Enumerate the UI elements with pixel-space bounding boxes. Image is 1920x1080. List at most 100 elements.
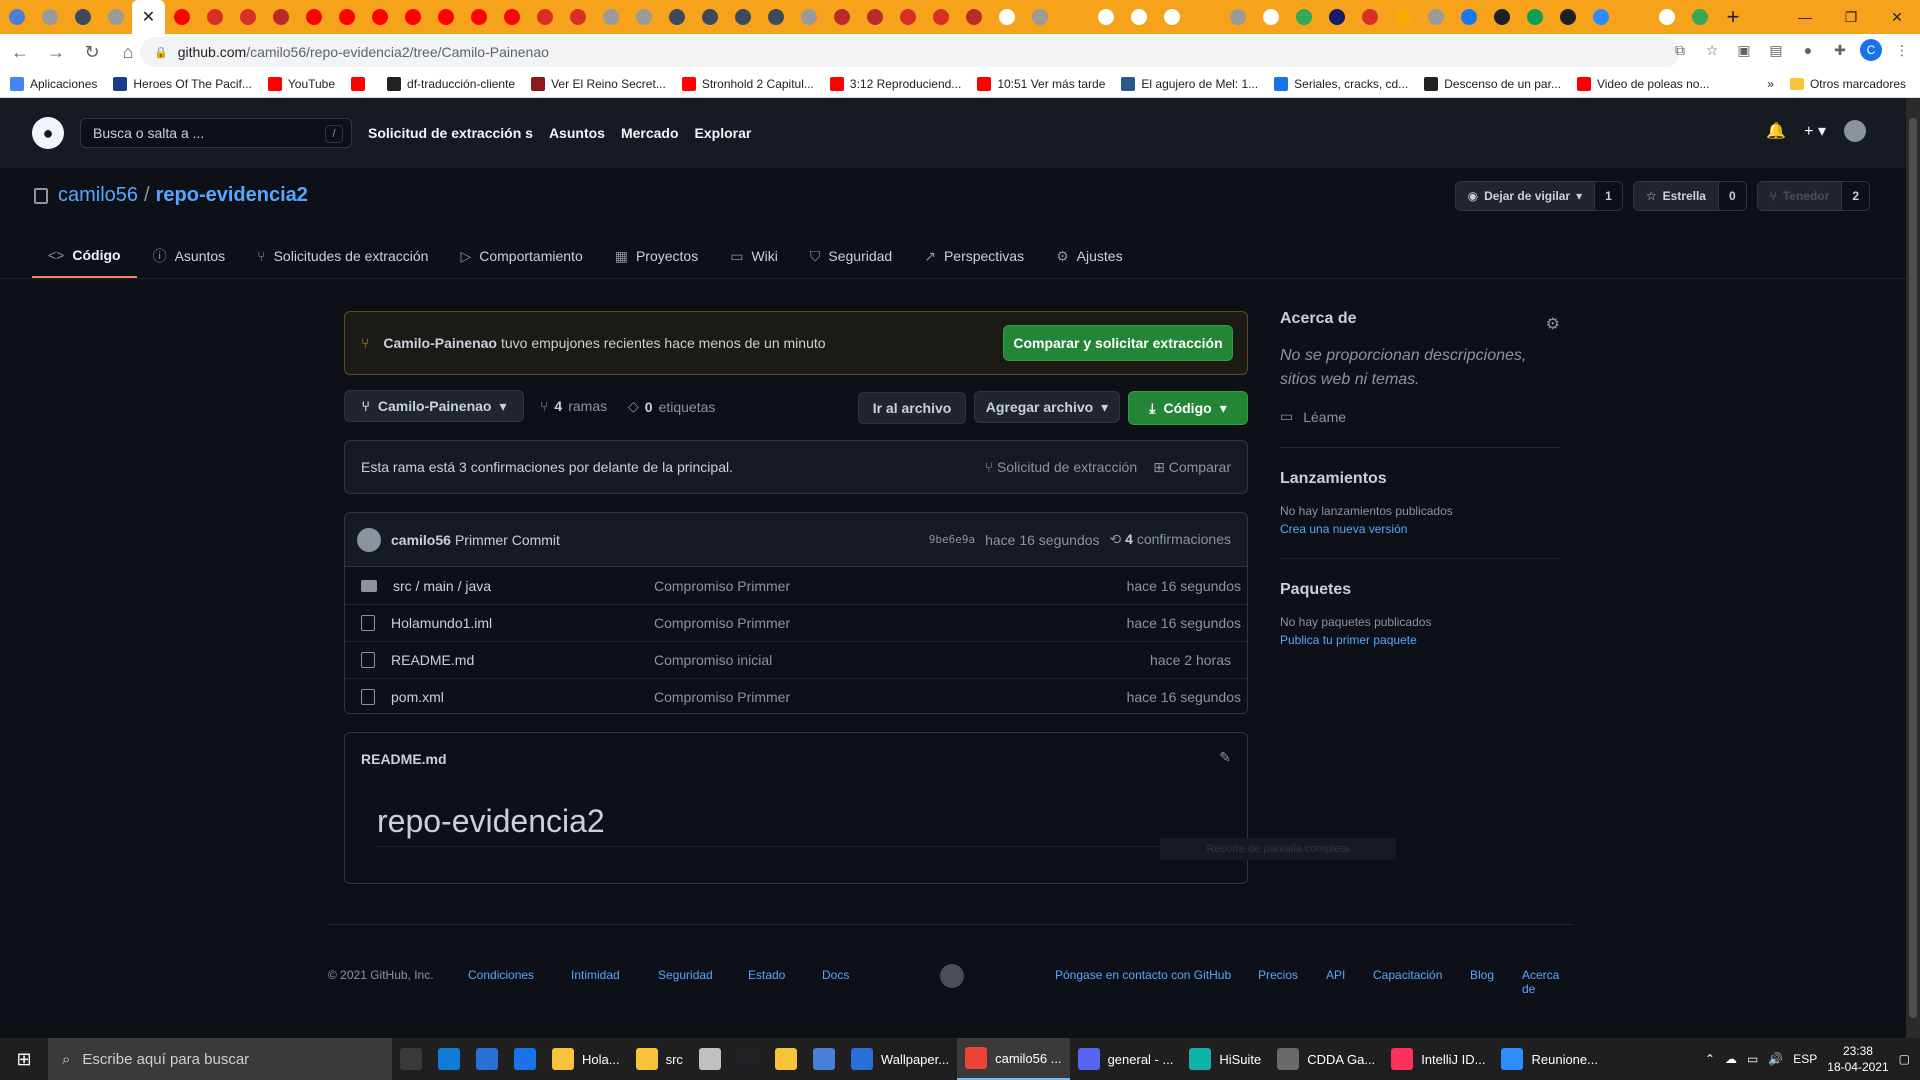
footer-link[interactable]: Docs bbox=[822, 968, 849, 982]
browser-tab[interactable] bbox=[1254, 0, 1287, 34]
footer-link[interactable]: Capacitación bbox=[1373, 968, 1442, 982]
footer-link[interactable]: Acerca de bbox=[1522, 968, 1574, 996]
browser-tab[interactable] bbox=[792, 0, 825, 34]
pull-request-link[interactable]: ⑂ Solicitud de extracción bbox=[985, 459, 1137, 476]
repo-tab-6[interactable]: ⛉ Seguridad bbox=[794, 234, 908, 278]
browser-tab[interactable] bbox=[561, 0, 594, 34]
github-logo-icon[interactable]: ● bbox=[32, 117, 64, 149]
scrollbar-thumb[interactable] bbox=[1909, 118, 1917, 1018]
restore-icon[interactable]: ❐ bbox=[1828, 0, 1874, 34]
browser-tab[interactable] bbox=[495, 0, 528, 34]
browser-tab[interactable] bbox=[231, 0, 264, 34]
packages-title[interactable]: Paquetes bbox=[1280, 581, 1560, 599]
bookmark-item[interactable]: Seriales, cracks, cd... bbox=[1274, 76, 1408, 91]
browser-tab[interactable] bbox=[1485, 0, 1518, 34]
taskbar-app[interactable]: camilo56 ... bbox=[957, 1038, 1070, 1080]
browser-tab[interactable] bbox=[1386, 0, 1419, 34]
bookmarks-overflow-icon[interactable]: » bbox=[1767, 77, 1774, 91]
browser-tab[interactable] bbox=[924, 0, 957, 34]
repo-tab-5[interactable]: ▭ Wiki bbox=[714, 234, 794, 278]
browser-tab[interactable] bbox=[957, 0, 990, 34]
taskbar-app[interactable] bbox=[392, 1038, 430, 1080]
footer-link[interactable]: Condiciones bbox=[468, 968, 534, 982]
publish-package-link[interactable]: Publica tu primer paquete bbox=[1280, 633, 1560, 647]
commit-author-avatar[interactable] bbox=[357, 527, 381, 552]
browser-tab[interactable] bbox=[1320, 0, 1353, 34]
taskbar-app[interactable]: Wallpaper... bbox=[843, 1038, 957, 1080]
browser-tab[interactable] bbox=[1287, 0, 1320, 34]
browser-tab[interactable] bbox=[396, 0, 429, 34]
bookmark-item[interactable] bbox=[351, 76, 371, 91]
taskbar-search[interactable]: ⌕ Escribe aquí para buscar bbox=[48, 1038, 392, 1080]
cookie-icon[interactable]: ● bbox=[1796, 38, 1820, 62]
footer-link[interactable]: Intimidad bbox=[571, 968, 620, 982]
commit-author[interactable]: camilo56 bbox=[391, 532, 451, 548]
browser-tab[interactable] bbox=[0, 0, 33, 34]
browser-tab[interactable] bbox=[858, 0, 891, 34]
taskbar-app[interactable]: HiSuite bbox=[1181, 1038, 1269, 1080]
taskbar-app[interactable] bbox=[729, 1038, 767, 1080]
translate-icon[interactable]: ⧉ bbox=[1668, 38, 1692, 62]
footer-link[interactable]: Blog bbox=[1470, 968, 1494, 982]
create-new-plus-icon[interactable]: + ▾ bbox=[1804, 121, 1826, 141]
go-to-file-button[interactable]: Ir al archivo bbox=[858, 392, 966, 424]
bookmark-item[interactable]: Heroes Of The Pacif... bbox=[113, 76, 252, 91]
repo-tab-1[interactable]: ⓘ Asuntos bbox=[137, 234, 242, 278]
star-icon[interactable]: ☆ bbox=[1700, 38, 1724, 62]
puzzle-icon[interactable]: ✚ bbox=[1828, 38, 1852, 62]
browser-tab[interactable] bbox=[990, 0, 1023, 34]
bookmark-item[interactable]: df-traducción-cliente bbox=[387, 76, 515, 91]
commits-history-link[interactable]: ⟲ 4 confirmaciones bbox=[1110, 531, 1231, 548]
fork-button[interactable]: ⑂ Tenedor 2 bbox=[1756, 181, 1870, 211]
browser-tab[interactable] bbox=[1518, 0, 1551, 34]
fork-count[interactable]: 2 bbox=[1841, 182, 1869, 210]
chevron-up-icon[interactable]: ⌃ bbox=[1705, 1052, 1715, 1066]
file-commit-message[interactable]: Compromiso Primmer bbox=[654, 615, 790, 631]
browser-tab[interactable] bbox=[627, 0, 660, 34]
code-download-button[interactable]: ⤓ Código ▾ bbox=[1128, 391, 1248, 425]
minimize-icon[interactable]: — bbox=[1782, 0, 1828, 34]
menu-icon[interactable]: ⋮ bbox=[1890, 38, 1914, 62]
repo-tab-4[interactable]: ▦ Proyectos bbox=[599, 234, 714, 278]
global-nav-0[interactable]: Solicitud de extracción s bbox=[368, 125, 533, 141]
file-name[interactable]: README.md bbox=[391, 652, 651, 668]
address-bar[interactable]: 🔒 github.com/camilo56/repo-evidencia2/tr… bbox=[140, 37, 1680, 67]
browser-tab[interactable] bbox=[1650, 0, 1683, 34]
taskbar-app[interactable]: Reunione... bbox=[1493, 1038, 1606, 1080]
profile-avatar[interactable]: C bbox=[1860, 39, 1882, 61]
browser-tab[interactable] bbox=[1683, 0, 1716, 34]
browser-tab[interactable] bbox=[1089, 0, 1122, 34]
search-input[interactable]: Busca o salta a ... / bbox=[80, 118, 352, 148]
reload-icon[interactable]: ↻ bbox=[76, 36, 108, 68]
windows-start-icon[interactable]: ⊞ bbox=[0, 1038, 48, 1080]
repo-tab-0[interactable]: <> Código bbox=[32, 234, 137, 278]
close-window-icon[interactable]: ✕ bbox=[1874, 0, 1920, 34]
commit-message[interactable]: Primmer Commit bbox=[455, 532, 560, 548]
input-language[interactable]: ESP bbox=[1793, 1052, 1817, 1066]
file-row[interactable]: pom.xml Compromiso Primmer hace 16 segundo… bbox=[345, 678, 1247, 713]
releases-title[interactable]: Lanzamientos bbox=[1280, 470, 1560, 488]
browser-tab[interactable] bbox=[693, 0, 726, 34]
network-icon[interactable]: ▭ bbox=[1747, 1052, 1758, 1066]
add-file-button[interactable]: Agregar archivo ▾ bbox=[974, 391, 1120, 423]
bookmark-item[interactable]: Aplicaciones bbox=[10, 76, 97, 91]
file-row[interactable]: src / main / java Compromiso Primmer hace … bbox=[345, 567, 1247, 604]
browser-tab[interactable] bbox=[363, 0, 396, 34]
taskbar-app[interactable]: src bbox=[628, 1038, 691, 1080]
repo-tab-7[interactable]: ↗ Perspectivas bbox=[908, 234, 1040, 278]
browser-tab[interactable] bbox=[165, 0, 198, 34]
onedrive-icon[interactable]: ☁ bbox=[1725, 1052, 1737, 1066]
browser-tab[interactable] bbox=[1617, 0, 1650, 34]
footer-link[interactable]: Póngase en contacto con GitHub bbox=[1055, 968, 1231, 982]
file-commit-message[interactable]: Compromiso inicial bbox=[654, 652, 772, 668]
repo-tab-2[interactable]: ⑂ Solicitudes de extracción bbox=[241, 234, 444, 278]
browser-tab[interactable] bbox=[594, 0, 627, 34]
file-commit-message[interactable]: Compromiso Primmer bbox=[654, 689, 790, 705]
taskbar-clock[interactable]: 23:38 18-04-2021 bbox=[1827, 1043, 1888, 1075]
bookmark-item[interactable]: 10:51 Ver más tarde bbox=[977, 76, 1105, 91]
browser-tab[interactable] bbox=[660, 0, 693, 34]
browser-tab[interactable] bbox=[1221, 0, 1254, 34]
browser-tab[interactable] bbox=[66, 0, 99, 34]
browser-tab[interactable] bbox=[528, 0, 561, 34]
new-tab-plus-icon[interactable]: + bbox=[1716, 0, 1750, 34]
